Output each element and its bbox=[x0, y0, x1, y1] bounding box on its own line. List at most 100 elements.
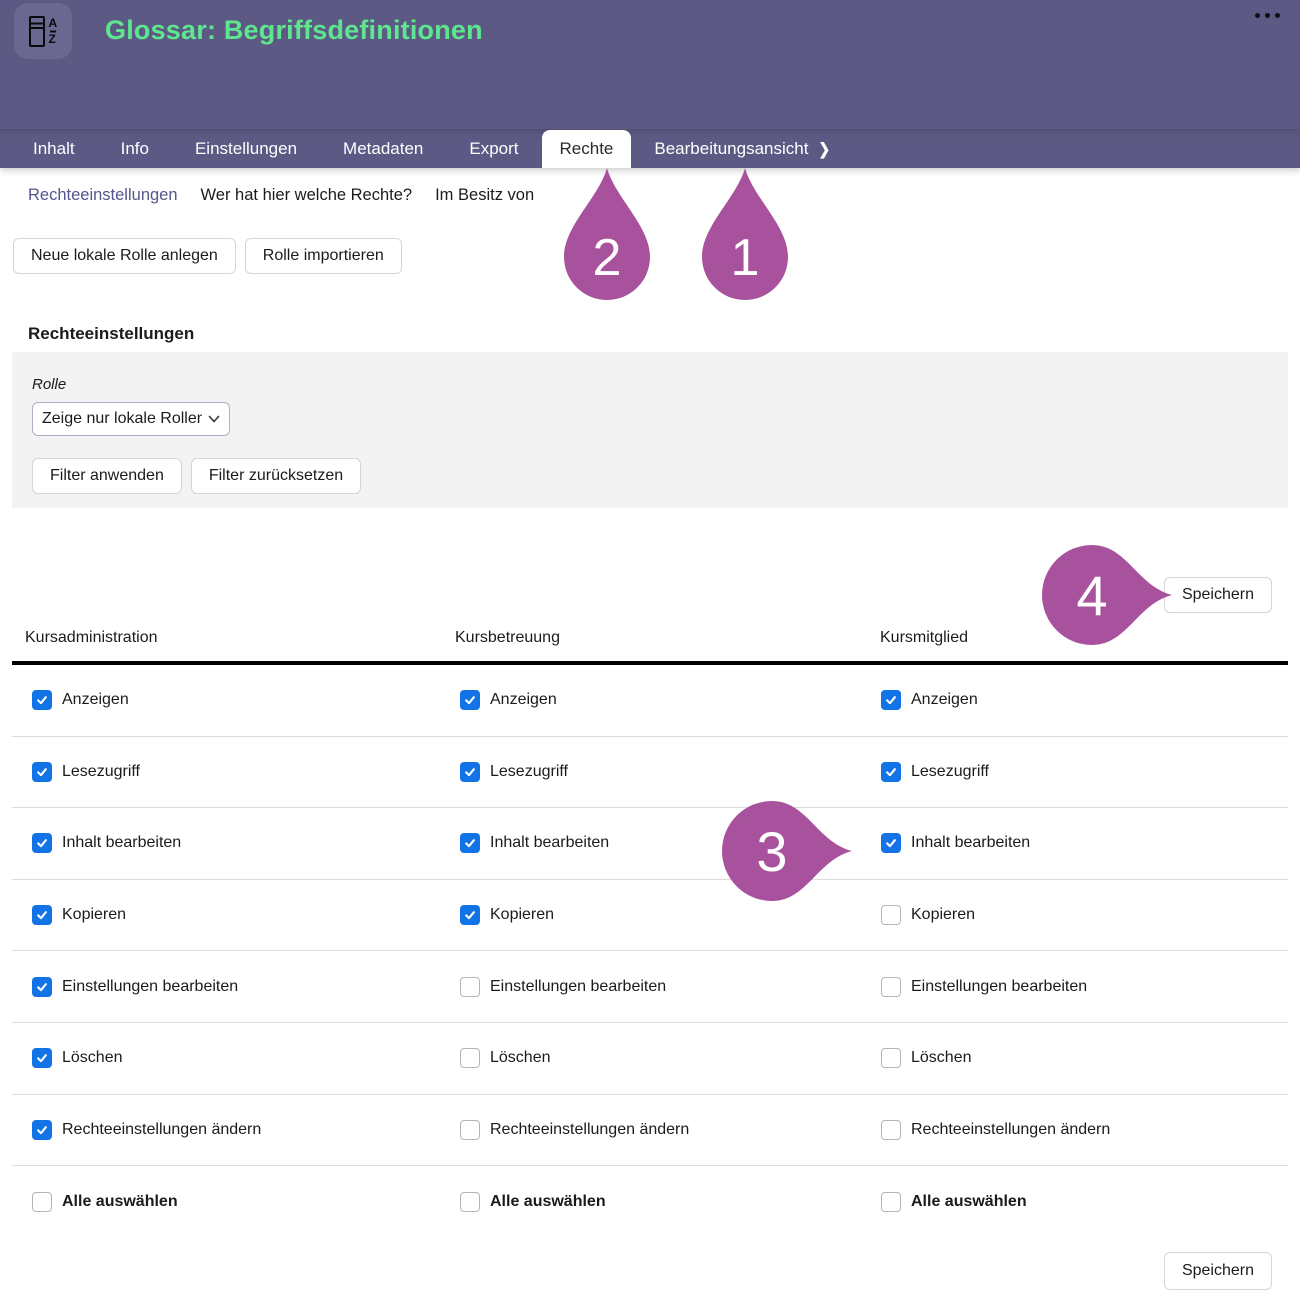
permission-label: Alle auswählen bbox=[62, 1193, 178, 1211]
permission-cell: Alle auswählen bbox=[867, 1192, 1288, 1212]
tab-metadaten[interactable]: Metadaten bbox=[320, 130, 446, 168]
permission-label: Lesezugriff bbox=[490, 763, 568, 781]
permission-checkbox[interactable] bbox=[32, 1192, 52, 1212]
permission-cell: Kopieren bbox=[867, 905, 1288, 925]
permission-cell: Anzeigen bbox=[12, 690, 442, 710]
permission-checkbox[interactable] bbox=[32, 1120, 52, 1140]
permission-label: Rechteeinstellungen ändern bbox=[490, 1121, 689, 1139]
filter-panel: Rolle Zeige nur lokale Rollen Filter anw… bbox=[12, 352, 1288, 508]
save-button-top[interactable]: Speichern bbox=[1164, 577, 1272, 613]
role-select-value: Zeige nur lokale Rollen bbox=[42, 410, 202, 428]
check-icon bbox=[463, 693, 477, 707]
permission-checkbox[interactable] bbox=[460, 690, 480, 710]
permission-label: Rechteeinstellungen ändern bbox=[911, 1121, 1110, 1139]
filter-reset-button[interactable]: Filter zurücksetzen bbox=[191, 458, 361, 494]
permission-cell: Lesezugriff bbox=[867, 762, 1288, 782]
permission-row: Alle auswählen Alle auswählen Alle auswähl… bbox=[12, 1166, 1288, 1238]
role-actions: Neue lokale Rolle anlegenRolle importier… bbox=[0, 238, 1300, 274]
permission-checkbox[interactable] bbox=[32, 833, 52, 853]
permission-label: Alle auswählen bbox=[490, 1193, 606, 1211]
permission-cell: Einstellungen bearbeiten bbox=[867, 977, 1288, 997]
save-button-bottom[interactable]: Speichern bbox=[1164, 1252, 1272, 1290]
permission-cell: Löschen bbox=[12, 1048, 442, 1068]
permission-cell: Lesezugriff bbox=[442, 762, 867, 782]
permission-label: Kopieren bbox=[490, 906, 554, 924]
permission-checkbox[interactable] bbox=[881, 762, 901, 782]
check-icon bbox=[35, 765, 49, 779]
permission-checkbox[interactable] bbox=[881, 1048, 901, 1068]
permission-row: LöschenLöschenLöschen bbox=[12, 1023, 1288, 1095]
filter-apply-button[interactable]: Filter anwenden bbox=[32, 458, 182, 494]
permission-checkbox[interactable] bbox=[32, 977, 52, 997]
subnav-item-wer-hat-hier-welche-rechte[interactable]: Wer hat hier welche Rechte? bbox=[201, 186, 413, 205]
permission-checkbox[interactable] bbox=[881, 690, 901, 710]
check-icon bbox=[463, 765, 477, 779]
permission-cell: Einstellungen bearbeiten bbox=[442, 977, 867, 997]
permission-row: Rechteeinstellungen ändern Rechteeinstell… bbox=[12, 1095, 1288, 1167]
annotation-number: 4 bbox=[1076, 568, 1107, 624]
permission-checkbox[interactable] bbox=[881, 905, 901, 925]
permission-label: Einstellungen bearbeiten bbox=[911, 978, 1087, 996]
permission-checkbox[interactable] bbox=[460, 1048, 480, 1068]
permission-label: Inhalt bearbeiten bbox=[911, 834, 1030, 852]
svg-text:A: A bbox=[49, 16, 58, 30]
permission-checkbox[interactable] bbox=[460, 905, 480, 925]
tab-rechte[interactable]: Rechte bbox=[542, 130, 632, 168]
tab-label: Export bbox=[469, 139, 518, 159]
permission-label: Anzeigen bbox=[62, 691, 129, 709]
check-icon bbox=[463, 836, 477, 850]
tab-bar: Inhalt Info Einstellungen Metadaten Export Re… bbox=[0, 129, 1300, 168]
subnav-item-rechteeinstellungen[interactable]: Rechteeinstellungen bbox=[28, 186, 178, 205]
subnav-item-im-besitz-von[interactable]: Im Besitz von bbox=[435, 186, 534, 205]
tab-label: Metadaten bbox=[343, 139, 423, 159]
permission-row: KopierenKopierenKopieren bbox=[12, 880, 1288, 952]
permission-label: Rechteeinstellungen ändern bbox=[62, 1121, 261, 1139]
permission-checkbox[interactable] bbox=[881, 1120, 901, 1140]
check-icon bbox=[35, 836, 49, 850]
permission-cell: Löschen bbox=[442, 1048, 867, 1068]
tab-label: Bearbeitungsansicht bbox=[654, 139, 808, 159]
tab-einstellungen[interactable]: Einstellungen bbox=[172, 130, 320, 168]
permission-checkbox[interactable] bbox=[460, 1120, 480, 1140]
section-title: Rechteeinstellungen bbox=[28, 324, 1300, 344]
permission-checkbox[interactable] bbox=[881, 977, 901, 997]
permission-checkbox[interactable] bbox=[460, 977, 480, 997]
permission-label: Anzeigen bbox=[911, 691, 978, 709]
check-icon bbox=[35, 908, 49, 922]
permission-checkbox[interactable] bbox=[881, 833, 901, 853]
permission-checkbox[interactable] bbox=[32, 762, 52, 782]
tab-export[interactable]: Export bbox=[446, 130, 541, 168]
chevron-down-icon bbox=[208, 415, 220, 423]
permission-checkbox[interactable] bbox=[32, 690, 52, 710]
rolle-importieren-button[interactable]: Rolle importieren bbox=[245, 238, 402, 274]
permissions-column-headers: KursadministrationKursbetreuungKursmitgl… bbox=[12, 629, 1288, 647]
neue-lokale-rolle-anlegen-button[interactable]: Neue lokale Rolle anlegen bbox=[13, 238, 236, 274]
permission-checkbox[interactable] bbox=[881, 1192, 901, 1212]
permission-cell: Lesezugriff bbox=[12, 762, 442, 782]
permission-label: Löschen bbox=[490, 1049, 551, 1067]
tab-bearbeitungsansicht[interactable]: Bearbeitungsansicht ❯ bbox=[631, 130, 853, 168]
tab-info[interactable]: Info bbox=[98, 130, 172, 168]
tab-inhalt[interactable]: Inhalt bbox=[10, 130, 98, 168]
permission-row: Lesezugriff Lesezugriff Lesezugriff bbox=[12, 737, 1288, 809]
permission-checkbox[interactable] bbox=[32, 905, 52, 925]
chevron-right-icon: ❯ bbox=[818, 139, 830, 159]
permission-checkbox[interactable] bbox=[32, 1048, 52, 1068]
check-icon bbox=[35, 1123, 49, 1137]
permission-checkbox[interactable] bbox=[460, 1192, 480, 1212]
permission-checkbox[interactable] bbox=[460, 762, 480, 782]
role-select[interactable]: Zeige nur lokale Rollen bbox=[32, 402, 230, 436]
ellipsis-icon[interactable] bbox=[1255, 13, 1280, 18]
glossary-az-icon: A Z bbox=[14, 3, 72, 59]
tab-label: Info bbox=[121, 139, 149, 159]
tab-label: Rechte bbox=[560, 139, 614, 159]
permission-label: Lesezugriff bbox=[62, 763, 140, 781]
column-header-kursbetreuung: Kursbetreuung bbox=[442, 629, 867, 647]
permission-cell: Inhalt bearbeiten bbox=[12, 833, 442, 853]
check-icon bbox=[35, 693, 49, 707]
permission-cell: Alle auswählen bbox=[12, 1192, 442, 1212]
permission-row: Einstellungen bearbeiten Einstellungen be… bbox=[12, 951, 1288, 1023]
permission-checkbox[interactable] bbox=[460, 833, 480, 853]
permission-label: Einstellungen bearbeiten bbox=[62, 978, 238, 996]
permission-cell: Anzeigen bbox=[442, 690, 867, 710]
